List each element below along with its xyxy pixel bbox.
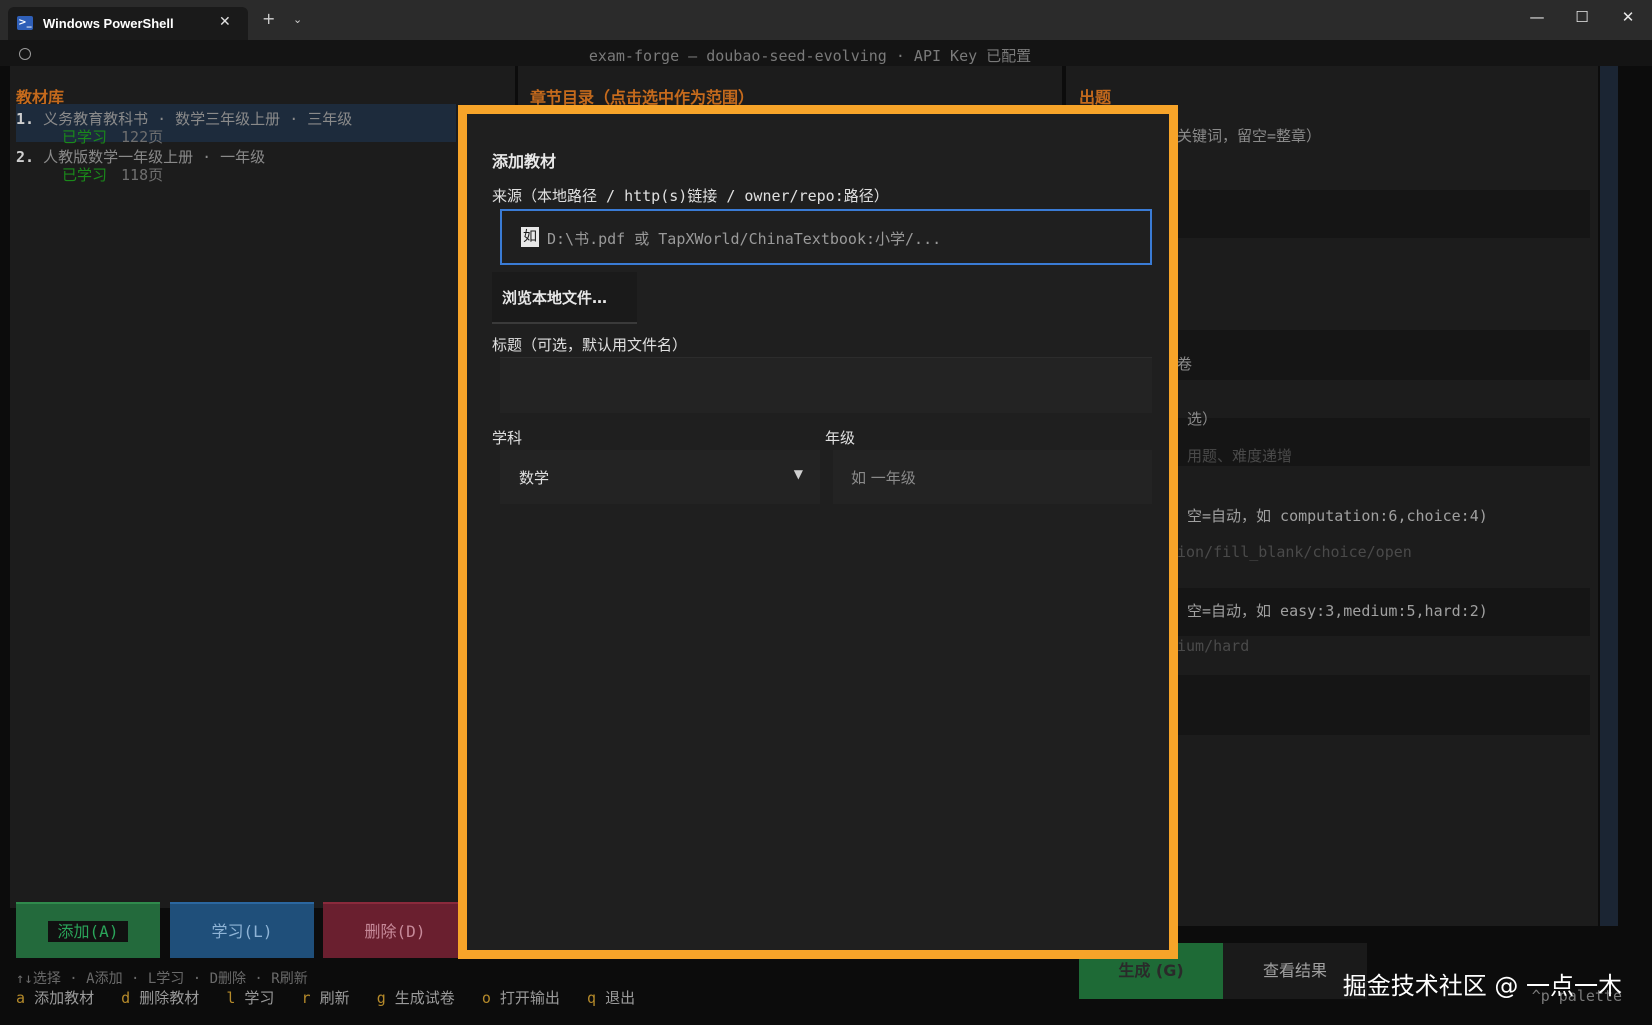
library-item[interactable]: 2. 人教版数学一年级上册 · 一年级 已学习 118页 <box>16 142 456 184</box>
key-hint-label: 退出 <box>605 989 636 1007</box>
key-hints: a 添加教材 d 删除教材 l 学习 r 刷新 g 生成试卷 o 打开输出 q … <box>16 987 635 1008</box>
app-header: exam-forge — doubao-seed-evolving · API … <box>0 40 1652 66</box>
input-band <box>1170 330 1590 380</box>
key-hint-label: 学习 <box>244 989 275 1007</box>
input-band <box>1170 190 1590 238</box>
source-label: 来源（本地路径 / http(s)链接 / owner/repo:路径） <box>492 187 889 205</box>
modal-title: 添加教材 <box>492 152 557 171</box>
key-hint-key: q <box>587 989 597 1007</box>
key-hint-key: d <box>121 989 131 1007</box>
minimize-icon[interactable]: — <box>1522 8 1552 26</box>
difficulty-value[interactable]: ium/hard <box>1177 637 1249 655</box>
title-input[interactable] <box>500 357 1152 413</box>
app-header-text: exam-forge — doubao-seed-evolving · API … <box>588 47 1032 65</box>
key-hint-label: 刷新 <box>319 989 350 1007</box>
select-label: 选） <box>1187 410 1218 428</box>
tab-powershell[interactable]: >_ Windows PowerShell ✕ <box>8 7 248 40</box>
difficulty-label: 空=自动，如 easy:3,medium:5,hard:2) <box>1187 602 1488 620</box>
grade-label: 年级 <box>825 429 856 447</box>
difficulty-hint: 用题、难度递增 <box>1187 447 1293 465</box>
grade-input[interactable]: 如 一年级 <box>833 450 1152 504</box>
powershell-icon: >_ <box>17 16 33 30</box>
library-item[interactable]: 1. 义务教育教科书 · 数学三年级上册 · 三年级 已学习 122页 <box>16 104 456 146</box>
key-hint-key: l <box>226 989 236 1007</box>
window-close-icon[interactable]: ✕ <box>1613 8 1643 26</box>
subject-select[interactable]: 数学 ▼ <box>500 450 820 504</box>
key-hint-key: o <box>481 989 491 1007</box>
grade-placeholder: 如 一年级 <box>851 469 916 487</box>
add-textbook-modal: 添加教材 来源（本地路径 / http(s)链接 / owner/repo:路径… <box>458 105 1178 959</box>
browse-local-files-button[interactable]: 浏览本地文件… <box>492 272 637 324</box>
learn-button[interactable]: 学习(L) <box>170 902 314 958</box>
subject-label: 学科 <box>492 429 523 447</box>
maximize-icon[interactable]: ☐ <box>1567 8 1597 26</box>
source-input[interactable]: 如 D:\书.pdf 或 TapXWorld/ChinaTextbook:小学/… <box>500 209 1152 265</box>
library-item-num: 2. <box>16 148 35 166</box>
title-label: 标题（可选，默认用文件名） <box>492 336 688 354</box>
watermark: 掘金技术社区 @ 一点一木 <box>1342 972 1622 1000</box>
text-cursor: 如 <box>521 227 539 247</box>
paper-label: 卷 <box>1177 355 1193 373</box>
key-hint-key: a <box>16 989 26 1007</box>
subject-value: 数学 <box>519 469 550 487</box>
key-hint-label: 生成试卷 <box>394 989 455 1007</box>
key-hint-label: 打开输出 <box>499 989 560 1007</box>
page-count: 118页 <box>121 166 164 184</box>
add-button[interactable]: 添加(A) <box>16 902 160 958</box>
tab-close-icon[interactable]: ✕ <box>219 14 231 30</box>
types-label: 空=自动，如 computation:6,choice:4) <box>1187 507 1488 525</box>
key-hint-key: r <box>301 989 311 1007</box>
delete-button[interactable]: 删除(D) <box>323 902 467 958</box>
window-titlebar: >_ Windows PowerShell ✕ + ⌄ — ☐ ✕ <box>0 0 1652 40</box>
add-button-label: 添加(A) <box>47 921 129 942</box>
scrollbar[interactable] <box>1600 66 1618 926</box>
key-hint-label: 添加教材 <box>34 989 95 1007</box>
dropdown-arrow-icon: ▼ <box>793 467 803 481</box>
library-panel <box>10 66 515 908</box>
key-hint-key: g <box>376 989 386 1007</box>
hint-line: ↑↓选择 · A添加 · L学习 · D删除 · R刷新 <box>16 971 308 987</box>
key-hint-label: 删除教材 <box>139 989 200 1007</box>
keywords-label: 关键词，留空=整章） <box>1177 127 1322 145</box>
chevron-down-icon[interactable]: ⌄ <box>293 13 302 26</box>
new-tab-icon[interactable]: + <box>262 11 275 27</box>
learned-badge: 已学习 <box>62 166 108 184</box>
tab-title: Windows PowerShell <box>43 16 174 31</box>
library-item-num: 1. <box>16 110 35 128</box>
input-band <box>1170 675 1590 735</box>
types-value[interactable]: ion/fill_blank/choice/open <box>1177 543 1412 561</box>
source-placeholder: D:\书.pdf 或 TapXWorld/ChinaTextbook:小学/..… <box>547 230 942 248</box>
